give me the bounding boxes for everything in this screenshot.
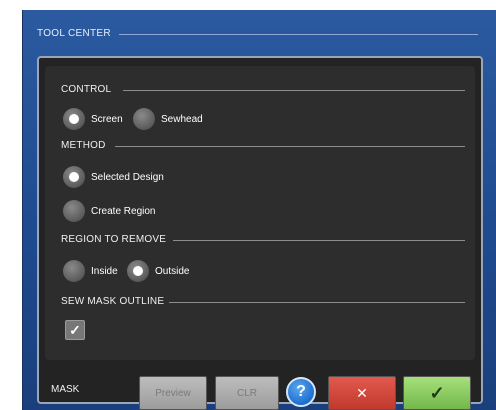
radio-sewhead[interactable]: Sewhead bbox=[133, 108, 203, 130]
radio-inside[interactable]: Inside bbox=[63, 260, 118, 282]
method-section-label: METHOD bbox=[61, 140, 106, 151]
checkmark-icon: ✓ bbox=[429, 382, 445, 403]
ok-button[interactable]: ✓ bbox=[403, 376, 471, 410]
region-label: REGION TO REMOVE bbox=[61, 234, 167, 245]
mask-panel: CONTROL Screen Sewhead METHOD Selected D… bbox=[37, 56, 483, 410]
clr-button[interactable]: CLR bbox=[215, 376, 279, 410]
radio-selected-design-label: Selected Design bbox=[91, 171, 164, 183]
radio-screen-label: Screen bbox=[91, 113, 123, 125]
sew-mask-label: SEW MASK OUTLINE bbox=[61, 296, 165, 307]
check-icon: ✓ bbox=[69, 322, 81, 338]
method-divider bbox=[115, 146, 465, 147]
radio-selected-icon bbox=[63, 166, 85, 188]
radio-unselected-icon bbox=[63, 260, 85, 282]
preview-button[interactable]: Preview bbox=[139, 376, 207, 410]
region-section-label: REGION TO REMOVE bbox=[61, 234, 166, 245]
radio-inside-label: Inside bbox=[91, 265, 118, 277]
control-divider bbox=[123, 90, 465, 91]
region-divider bbox=[173, 240, 465, 241]
control-label: CONTROL bbox=[61, 84, 112, 95]
method-label: METHOD bbox=[61, 140, 106, 151]
question-icon: ? bbox=[296, 383, 306, 400]
radio-outside-label: Outside bbox=[155, 265, 190, 277]
mask-label: MASK bbox=[51, 384, 80, 395]
options-area: CONTROL Screen Sewhead METHOD Selected D… bbox=[45, 66, 475, 360]
tool-center-window: TOOL CENTER CONTROL Screen Sewhead METHO… bbox=[22, 10, 496, 410]
radio-screen[interactable]: Screen bbox=[63, 108, 123, 130]
sew-mask-section-label: SEW MASK OUTLINE bbox=[61, 296, 164, 307]
radio-sewhead-label: Sewhead bbox=[161, 113, 203, 125]
radio-outside[interactable]: Outside bbox=[127, 260, 189, 282]
radio-selected-icon bbox=[127, 260, 149, 282]
window-title: TOOL CENTER bbox=[37, 28, 111, 39]
control-section-label: CONTROL bbox=[61, 84, 111, 95]
radio-create-region-label: Create Region bbox=[91, 205, 156, 217]
radio-unselected-icon bbox=[133, 108, 155, 130]
close-icon: ✕ bbox=[356, 384, 368, 401]
title-divider bbox=[119, 34, 478, 35]
radio-unselected-icon bbox=[63, 200, 85, 222]
radio-selected-design[interactable]: Selected Design bbox=[63, 166, 164, 188]
radio-create-region[interactable]: Create Region bbox=[63, 200, 155, 222]
sew-mask-divider bbox=[169, 302, 465, 303]
help-button[interactable]: ? bbox=[286, 377, 316, 407]
sew-mask-checkbox[interactable]: ✓ bbox=[65, 320, 85, 340]
cancel-button[interactable]: ✕ bbox=[328, 376, 396, 410]
radio-selected-icon bbox=[63, 108, 85, 130]
